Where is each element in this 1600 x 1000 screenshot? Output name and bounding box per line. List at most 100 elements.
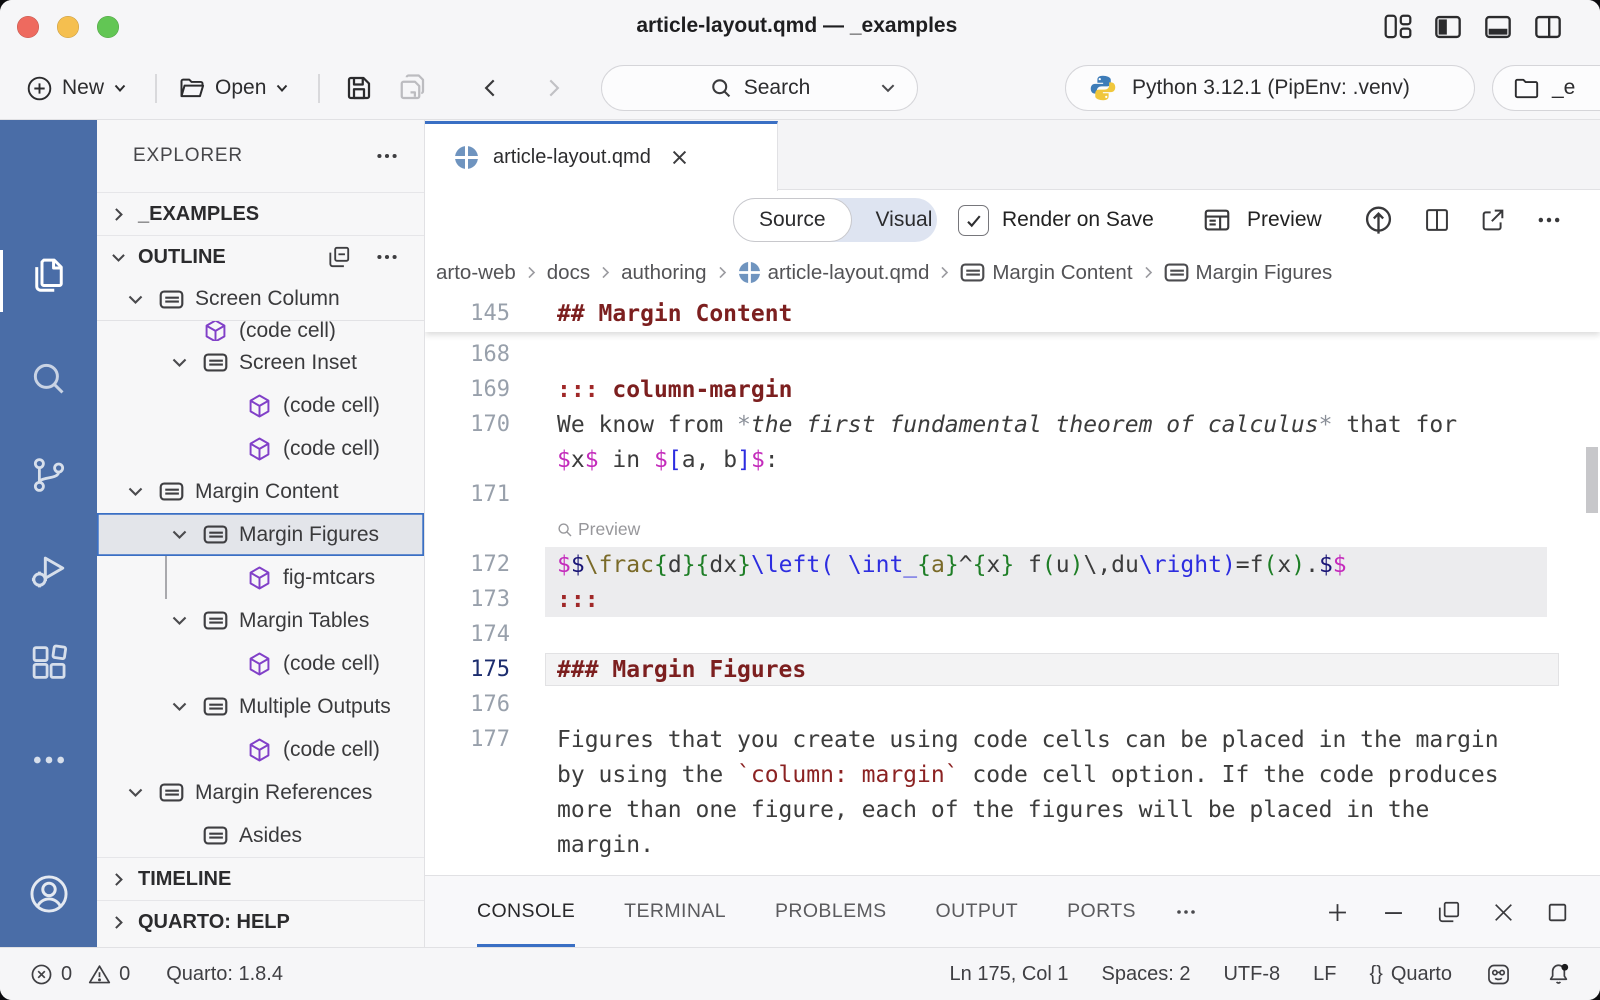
interpreter-selector[interactable]: Python 3.12.1 (PipEnv: .venv) [1065,65,1475,111]
breadcrumb-item-margin-content[interactable]: Margin Content [960,261,1132,285]
toggle-right-panel-icon[interactable] [1534,13,1562,41]
chevron-down-icon[interactable] [121,782,149,803]
code-line[interactable]: 168 [425,337,1600,372]
minimize-window-button[interactable] [57,16,79,38]
outline-item-margin-tables[interactable]: Margin Tables [97,599,424,642]
code-editor[interactable]: 145## Margin Content 168169::: column-ma… [425,295,1600,875]
panel-tab-problems[interactable]: PROBLEMS [775,876,887,947]
source-control-icon[interactable] [0,454,97,496]
panel-tab-output[interactable]: OUTPUT [936,876,1019,947]
chevron-down-icon[interactable] [165,524,193,545]
outline-item-code-cell[interactable]: (code cell) [97,384,424,427]
close-window-button[interactable] [17,16,39,38]
outline-item-screen-column[interactable]: Screen Column [97,278,424,321]
restore-panel-icon[interactable] [1436,899,1462,925]
code-line[interactable]: 173::: [425,582,1600,617]
code-line[interactable]: 172$$\frac{d}{dx}\left( \int_{a}^{x} f(u… [425,547,1600,582]
new-button[interactable]: New [26,65,127,111]
code-line[interactable]: $x$ in $[a, b]$: [425,442,1600,477]
preview-codelens[interactable]: Preview [557,519,640,540]
chevron-down-icon[interactable] [121,481,149,502]
outline-item-code-cell[interactable]: (code cell) [97,728,424,771]
outline-item-asides[interactable]: Asides [97,814,424,857]
chevron-down-icon[interactable] [165,352,193,373]
section-quarto-help[interactable]: QUARTO: HELP [97,900,424,943]
outline-item-multiple-outputs[interactable]: Multiple Outputs [97,685,424,728]
open-external-icon[interactable] [1479,190,1507,250]
breadcrumb-item-arto-web[interactable]: arto-web [436,261,516,285]
code-line[interactable]: 169::: column-margin [425,372,1600,407]
toggle-bottom-panel-icon[interactable] [1484,13,1512,41]
eol-status[interactable]: LF [1313,963,1336,986]
outline-item-code-cell[interactable]: (code cell) [97,321,424,341]
panel-tab-console[interactable]: CONSOLE [477,876,575,947]
more-actions-icon[interactable] [374,143,400,169]
more-views-icon[interactable] [0,740,97,780]
code-line[interactable]: 176 [425,687,1600,722]
code-line[interactable]: more than one figure, each of the figure… [425,792,1600,827]
minimize-icon[interactable] [1380,899,1407,926]
search-box[interactable]: Search [601,65,918,111]
breadcrumb-item-authoring[interactable]: authoring [621,261,706,285]
section-timeline[interactable]: TIMELINE [97,857,424,900]
sticky-scroll-line[interactable]: 145## Margin Content [425,295,1600,332]
breadcrumb-item-article-layout-qmd[interactable]: article-layout.qmd [738,261,930,285]
open-button[interactable]: Open [178,65,289,111]
outline-item-margin-figures[interactable]: Margin Figures [97,513,424,556]
section-examples[interactable]: _EXAMPLES [97,192,424,235]
close-tab-icon[interactable] [669,147,690,168]
chevron-down-icon[interactable] [165,696,193,717]
custom-layout-icon[interactable] [1384,13,1412,41]
code-line[interactable]: 170We know from *the first fundamental t… [425,407,1600,442]
code-line[interactable]: 171 [425,477,1600,512]
more-actions-icon[interactable] [374,244,400,270]
problems-status[interactable]: 0 0 [30,963,130,986]
outline-item-fig-mtcars[interactable]: fig-mtcars [97,556,424,599]
visual-mode-button[interactable]: Visual [852,208,957,232]
chevron-down-icon[interactable] [165,610,193,631]
search-view-icon[interactable] [0,358,97,400]
toggle-left-panel-icon[interactable] [1434,13,1462,41]
zoom-window-button[interactable] [97,16,119,38]
breadcrumb-item-docs[interactable]: docs [547,261,590,285]
navigate-back-button[interactable] [478,65,504,111]
outline-item-code-cell[interactable]: (code cell) [97,642,424,685]
run-debug-icon[interactable] [0,548,97,592]
render-icon[interactable] [1362,190,1395,250]
panel-tab-terminal[interactable]: TERMINAL [624,876,726,947]
account-icon[interactable] [0,872,97,916]
code-line[interactable]: by using the `column: margin` code cell … [425,757,1600,792]
code-line[interactable]: 145## Margin Content [425,296,1600,331]
code-line[interactable]: 175### Margin Figures [425,652,1600,687]
code-line[interactable]: margin. [425,827,1600,862]
source-mode-button[interactable]: Source [733,198,852,242]
quarto-version-status[interactable]: Quarto: 1.8.4 [166,963,283,986]
workspace-selector[interactable]: _e [1492,65,1600,111]
save-button[interactable] [344,65,374,111]
render-on-save-checkbox[interactable] [958,205,989,236]
outline-item-code-cell[interactable]: (code cell) [97,427,424,470]
encoding-status[interactable]: UTF-8 [1223,963,1280,986]
code-line[interactable]: 177Figures that you create using code ce… [425,722,1600,757]
add-icon[interactable] [1324,899,1351,926]
outline-item-margin-references[interactable]: Margin References [97,771,424,814]
collapse-all-icon[interactable] [326,244,352,270]
breadcrumb-item-margin-figures[interactable]: Margin Figures [1164,261,1333,285]
maximize-panel-icon[interactable] [1545,900,1570,925]
notifications-bell-icon[interactable] [1545,961,1572,988]
language-mode-status[interactable]: {} Quarto [1369,963,1452,986]
panel-more-icon[interactable] [1174,876,1198,947]
codelens-row[interactable]: Preview [425,512,1600,547]
indentation-status[interactable]: Spaces: 2 [1102,963,1191,986]
explorer-icon[interactable] [0,254,97,296]
editor-scrollbar-thumb[interactable] [1586,447,1598,513]
code-line[interactable]: 174 [425,617,1600,652]
preview-icon[interactable] [1202,190,1232,250]
tab-article-layout[interactable]: article-layout.qmd [425,121,778,191]
navigate-forward-button[interactable] [540,65,566,111]
outline-item-screen-inset[interactable]: Screen Inset [97,341,424,384]
extensions-icon[interactable] [0,642,97,684]
split-editor-icon[interactable] [1423,190,1451,250]
cursor-position-status[interactable]: Ln 175, Col 1 [950,963,1069,986]
panel-tab-ports[interactable]: PORTS [1067,876,1136,947]
